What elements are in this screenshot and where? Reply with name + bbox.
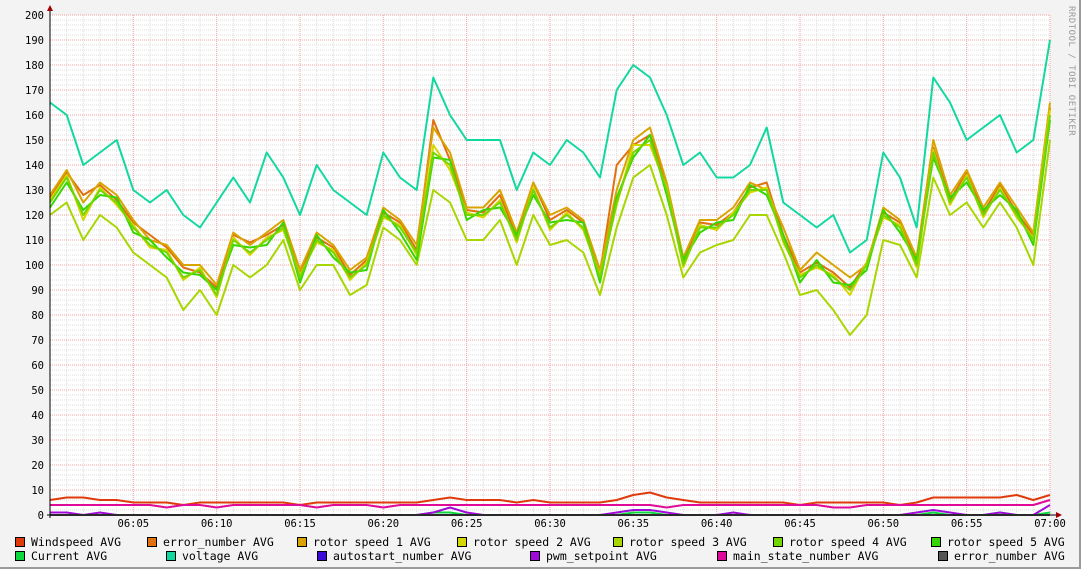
legend-item: rotor speed 1 AVG: [297, 535, 431, 549]
legend-label: Current AVG: [31, 549, 108, 563]
y-tick-label: 30: [31, 435, 44, 447]
legend-item: rotor speed 4 AVG: [773, 535, 907, 549]
y-tick-label: 190: [25, 35, 44, 47]
x-tick-label: 06:50: [868, 518, 900, 530]
x-tick-label: 06:20: [368, 518, 400, 530]
line-chart: 0 10 20 30 40 50 60 70 80 90 100 110 120 130 140 150 160…: [25, 5, 1066, 530]
legend-label: rotor speed 4 AVG: [789, 535, 907, 549]
x-tick-label: 06:40: [701, 518, 733, 530]
legend-label: Windspeed AVG: [31, 535, 122, 549]
legend-label: rotor speed 1 AVG: [313, 535, 431, 549]
watermark: RRDTOOL / TOBI OETIKER: [1066, 6, 1076, 137]
legend-item: error_number AVG: [147, 535, 274, 549]
legend-swatch: [773, 537, 783, 547]
legend-label: voltage AVG: [182, 549, 259, 563]
legend-label: pwm_setpoint AVG: [546, 549, 657, 563]
legend-item: rotor speed 3 AVG: [613, 535, 747, 549]
legend-item: rotor speed 2 AVG: [457, 535, 591, 549]
x-tick-label: 06:55: [951, 518, 983, 530]
y-tick-label: 160: [25, 110, 44, 122]
legend-swatch: [297, 537, 307, 547]
legend-swatch: [166, 551, 176, 561]
y-tick-label: 60: [31, 360, 44, 372]
y-tick-label: 70: [31, 335, 44, 347]
y-tick-label: 120: [25, 210, 44, 222]
y-tick-label: 10: [31, 485, 44, 497]
legend-swatch: [457, 537, 467, 547]
x-tick-label: 06:10: [201, 518, 233, 530]
y-axis-ticks: 0 10 20 30 40 50 60 70 80 90 100 110 120 130 140 150 160…: [25, 10, 44, 522]
legend-item: autostart_number AVG: [317, 549, 471, 563]
x-tick-label: 06:35: [618, 518, 650, 530]
legend-item: pwm_setpoint AVG: [530, 549, 657, 563]
legend-label: error_number AVG: [163, 535, 274, 549]
legend-swatch: [15, 551, 25, 561]
legend-swatch: [147, 537, 157, 547]
x-tick-label: 06:30: [534, 518, 566, 530]
legend-label: rotor speed 5 AVG: [947, 535, 1065, 549]
x-axis-ticks: 06:05 06:10 06:15 06:20 06:25 06:30 06:35 06:40…: [118, 518, 1066, 530]
legend-label: autostart_number AVG: [333, 549, 472, 563]
x-tick-label: 06:15: [284, 518, 316, 530]
y-tick-label: 50: [31, 385, 44, 397]
y-tick-label: 130: [25, 185, 44, 197]
legend-swatch: [15, 537, 25, 547]
legend-label: error_number AVG: [954, 549, 1065, 563]
legend-item: main_state_number AVG: [717, 549, 878, 563]
y-tick-label: 0: [38, 510, 44, 522]
legend-item: Windspeed AVG: [15, 535, 121, 549]
y-tick-label: 150: [25, 135, 44, 147]
legend-label: rotor speed 3 AVG: [629, 535, 747, 549]
x-tick-label: 06:25: [451, 518, 483, 530]
legend-swatch: [717, 551, 727, 561]
legend-swatch: [931, 537, 941, 547]
legend-label: rotor speed 2 AVG: [473, 535, 591, 549]
legend-swatch: [317, 551, 327, 561]
legend-item: voltage AVG: [166, 549, 258, 563]
y-tick-label: 100: [25, 260, 44, 272]
y-tick-label: 40: [31, 410, 44, 422]
x-tick-label: 06:45: [784, 518, 816, 530]
y-tick-label: 200: [25, 10, 44, 22]
y-axis-arrow: [47, 5, 53, 11]
y-tick-label: 90: [31, 285, 44, 297]
y-tick-label: 180: [25, 60, 44, 72]
x-tick-label: 06:05: [118, 518, 150, 530]
legend-swatch: [530, 551, 540, 561]
legend-swatch: [938, 551, 948, 561]
y-tick-label: 80: [31, 310, 44, 322]
y-tick-label: 170: [25, 85, 44, 97]
y-tick-label: 110: [25, 235, 44, 247]
x-tick-label: 07:00: [1034, 518, 1066, 530]
legend-item: error_number AVG: [938, 549, 1065, 563]
legend-item: rotor speed 5 AVG: [931, 535, 1065, 549]
legend-item: Current AVG: [15, 549, 107, 563]
legend-label: main_state_number AVG: [733, 549, 879, 563]
y-tick-label: 20: [31, 460, 44, 472]
legend-swatch: [613, 537, 623, 547]
y-tick-label: 140: [25, 160, 44, 172]
